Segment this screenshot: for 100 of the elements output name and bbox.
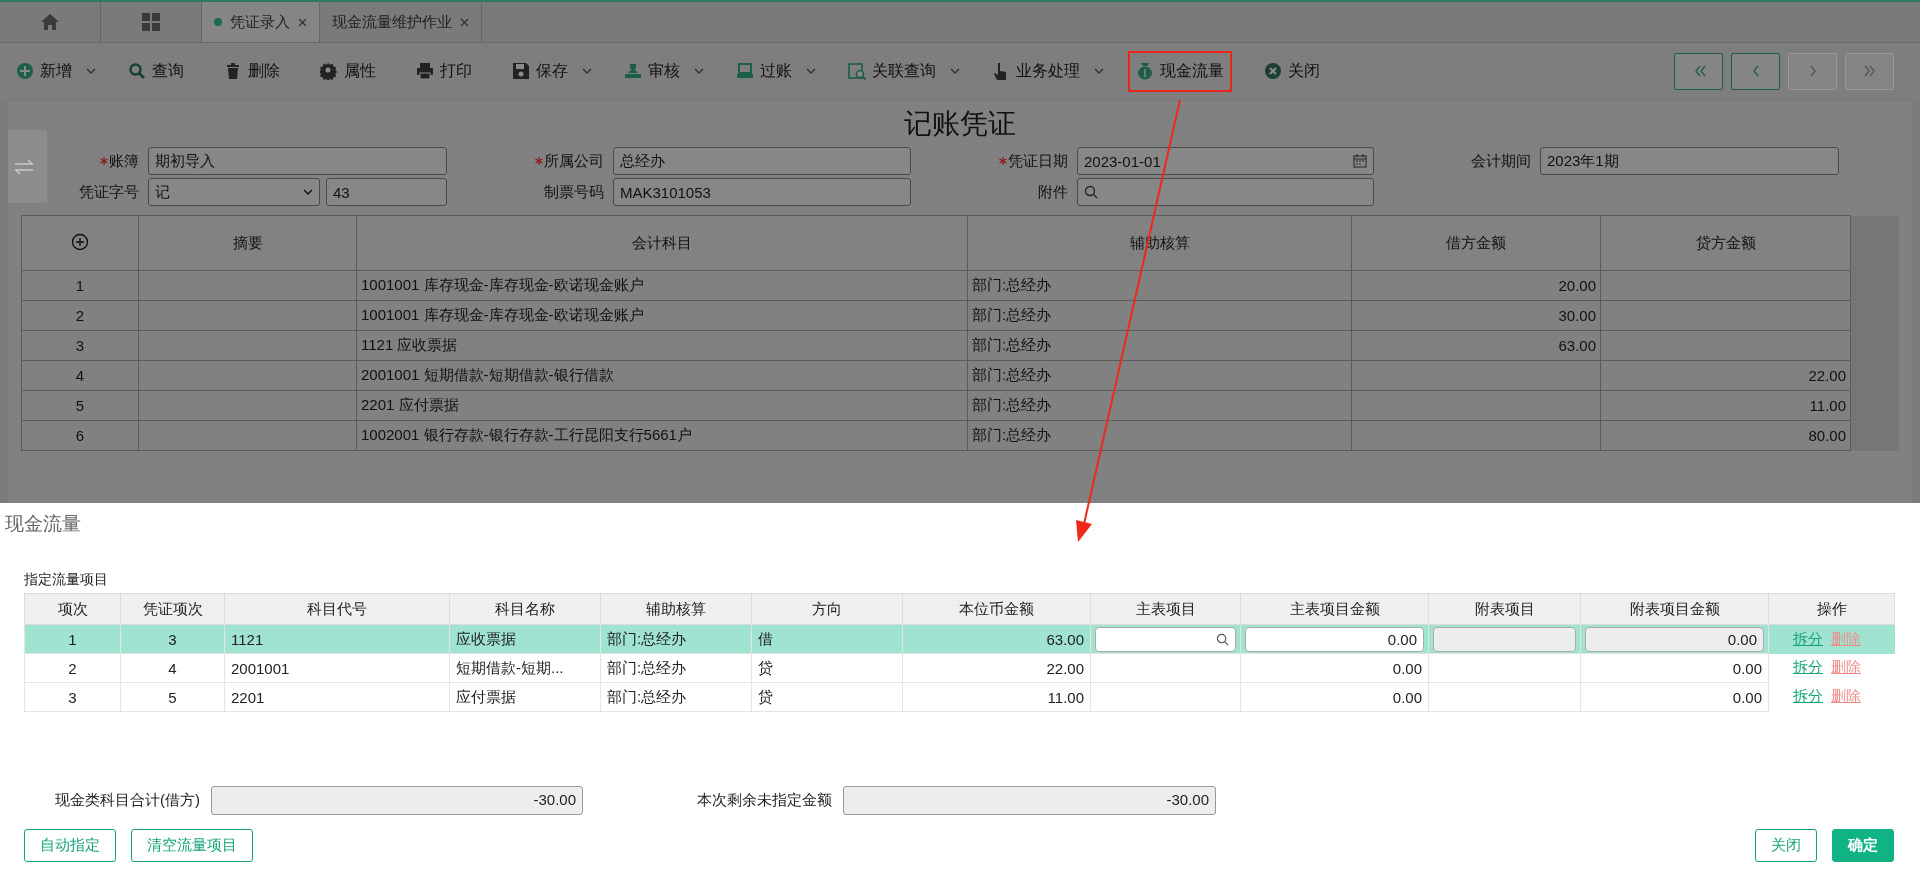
toolbar-button[interactable]: 属性 xyxy=(312,50,384,92)
table-cell: 2201 应付票据 xyxy=(356,390,968,421)
lookup-field[interactable] xyxy=(1095,626,1236,652)
table-cell: 5 xyxy=(21,390,139,421)
delete-link[interactable]: 删除 xyxy=(1831,658,1861,677)
table-cell: 应收票据 xyxy=(449,624,601,654)
table-cell: 部门:总经办 xyxy=(967,360,1352,391)
table-row[interactable]: 3 5 2201 应付票据 部门:总经办 贷 11.00 0.00 0.00 拆分 删除 xyxy=(24,682,1895,712)
readonly-field: -30.00 xyxy=(843,786,1216,815)
trash-icon xyxy=(224,62,242,80)
search-icon xyxy=(128,62,146,80)
table-cell: 贷 xyxy=(751,682,903,712)
table-cell: 6 xyxy=(21,420,139,451)
table-cell: 部门:总经办 xyxy=(600,682,752,712)
table-cell: 部门:总经办 xyxy=(600,624,752,654)
column-header: 操作 xyxy=(1768,593,1895,625)
field-label: 制票号码 xyxy=(544,182,604,202)
date-field[interactable]: 2023-01-01 xyxy=(1077,147,1374,175)
tab[interactable]: 凭证录入 xyxy=(202,2,320,42)
table-cell: 2001001 短期借款-短期借款-银行借款 xyxy=(356,360,968,391)
column-header: 主表项目 xyxy=(1090,593,1241,625)
required-icon xyxy=(100,157,108,165)
grid-icon[interactable] xyxy=(141,12,161,32)
column-header: 主表项目金额 xyxy=(1240,593,1429,625)
close-icon[interactable] xyxy=(298,17,307,27)
toolbar-button[interactable]: 关联查询 xyxy=(840,50,944,92)
close-icon[interactable] xyxy=(460,17,469,27)
save-icon xyxy=(512,62,530,80)
toolbar-button[interactable]: 删除 xyxy=(216,50,288,92)
nav-button[interactable] xyxy=(1674,52,1723,90)
column-header: 凭证项次 xyxy=(120,593,225,625)
document-search-icon xyxy=(848,62,866,80)
toolbar-button[interactable]: 新增 xyxy=(8,50,80,92)
tab[interactable]: 现金流量维护作业 xyxy=(320,2,482,42)
table-row[interactable]: 1 3 1121 应收票据 部门:总经办 借 63.00 0.00 0.00 拆分 删除 xyxy=(24,624,1895,654)
gear-icon xyxy=(320,62,338,80)
table-cell: 1001001 库存现金-库存现金-欧诺现金账户 xyxy=(356,300,968,331)
field-label: 凭证字号 xyxy=(79,182,139,202)
lookup-field[interactable] xyxy=(1077,178,1374,206)
select-field[interactable]: 记 xyxy=(148,178,320,206)
table-cell: 20.00 xyxy=(1351,270,1601,301)
field-label: 账簿 xyxy=(109,151,139,171)
column-header: 附表项目金额 xyxy=(1580,593,1769,625)
dialog-button[interactable]: 关闭 xyxy=(1755,829,1817,862)
table-cell: 部门:总经办 xyxy=(600,653,752,683)
side-panel-tab[interactable] xyxy=(8,130,47,203)
toolbar-button[interactable]: 打印 xyxy=(408,50,480,92)
table-cell: 0.00 xyxy=(1240,653,1429,683)
readonly-field: -30.00 xyxy=(211,786,583,815)
delete-link[interactable]: 删除 xyxy=(1831,687,1861,706)
amount-field[interactable]: 0.00 xyxy=(1585,626,1764,652)
stamp-icon xyxy=(624,62,642,80)
table-row[interactable]: 2 4 2001001 短期借款-短期... 部门:总经办 贷 22.00 0.00 0.00 拆分 删除 xyxy=(24,653,1895,683)
toolbar-button[interactable]: 业务处理 xyxy=(984,50,1088,92)
input-field[interactable]: 期初导入 xyxy=(148,147,447,175)
amount-field[interactable]: 0.00 xyxy=(1245,626,1424,652)
toolbar-button[interactable]: 保存 xyxy=(504,50,576,92)
field-label: 凭证日期 xyxy=(1008,151,1068,171)
toolbar-button[interactable]: 过账 xyxy=(728,50,800,92)
home-icon[interactable] xyxy=(40,13,60,31)
confirm-button[interactable]: 确定 xyxy=(1832,829,1894,862)
table-cell: 部门:总经办 xyxy=(967,420,1352,451)
table-cell: 1001001 库存现金-库存现金-欧诺现金账户 xyxy=(356,270,968,301)
swap-icon[interactable] xyxy=(12,158,35,175)
dialog-button[interactable]: 自动指定 xyxy=(24,829,116,862)
calendar-icon[interactable] xyxy=(1353,154,1367,168)
table-cell: 11.00 xyxy=(1600,390,1851,421)
active-dot xyxy=(214,18,222,26)
table-cell: 借 xyxy=(751,624,903,654)
table-cell: 2 xyxy=(24,653,121,683)
dialog-button[interactable]: 清空流量项目 xyxy=(131,829,253,862)
split-link[interactable]: 拆分 xyxy=(1793,687,1823,706)
input-field[interactable]: MAK3101053 xyxy=(613,178,911,206)
search-icon[interactable] xyxy=(1216,632,1229,646)
search-icon[interactable] xyxy=(1084,185,1098,199)
nav-button[interactable] xyxy=(1731,52,1780,90)
table-cell: 3 xyxy=(120,624,225,654)
input-field[interactable]: 总经办 xyxy=(613,147,911,175)
column-header: 项次 xyxy=(24,593,121,625)
table-cell: 11.00 xyxy=(902,682,1091,712)
monitor-icon xyxy=(736,62,754,80)
input-field[interactable]: 2023年1期 xyxy=(1540,147,1839,175)
toolbar-button[interactable]: 查询 xyxy=(120,50,192,92)
number-field[interactable]: 43 xyxy=(326,178,447,206)
input-field[interactable] xyxy=(1433,626,1576,652)
table-cell: 0.00 xyxy=(1240,682,1429,712)
table-cell: 部门:总经办 xyxy=(967,270,1352,301)
table-cell: 0.00 xyxy=(1580,653,1769,683)
table-cell: 4 xyxy=(21,360,139,391)
toolbar-button[interactable]: 审核 xyxy=(616,50,688,92)
add-row-icon[interactable] xyxy=(71,232,89,251)
close-icon xyxy=(1264,62,1282,80)
toolbar-button[interactable]: 关闭 xyxy=(1256,50,1328,92)
table-cell: 2001001 xyxy=(224,653,450,683)
add-icon xyxy=(16,62,34,80)
table-cell: 1121 xyxy=(224,624,450,654)
split-link[interactable]: 拆分 xyxy=(1793,658,1823,677)
toolbar-button[interactable]: 现金流量 xyxy=(1128,50,1232,92)
table-cell: 部门:总经办 xyxy=(967,330,1352,361)
table-cell: 应付票据 xyxy=(449,682,601,712)
